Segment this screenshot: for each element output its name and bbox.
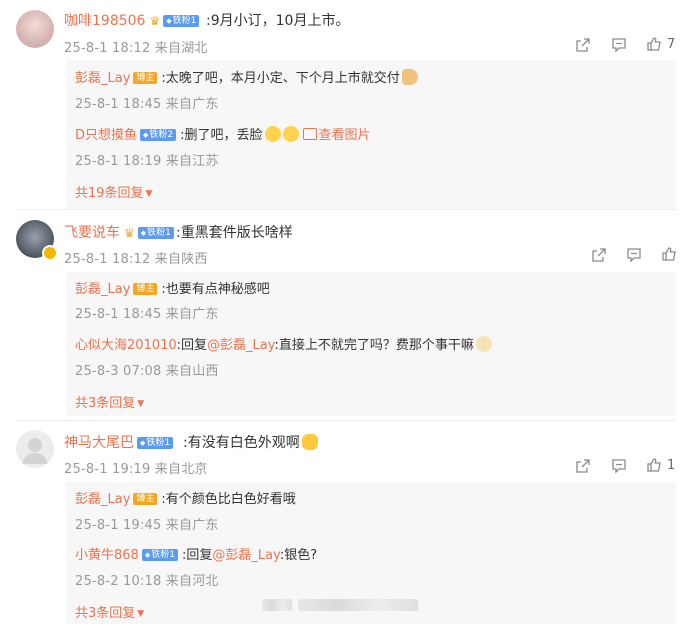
reply-user[interactable]: 彭磊_Lay xyxy=(75,492,130,507)
share-icon[interactable] xyxy=(575,37,591,53)
comment-icon[interactable] xyxy=(626,247,642,263)
reply-meta: 25-8-2 10:18 来自河北 xyxy=(75,574,219,589)
share-icon[interactable] xyxy=(575,458,591,474)
caret-down-icon: ▼ xyxy=(137,609,145,619)
reply-user[interactable]: 小黄牛868 xyxy=(75,548,139,563)
muscle-emoji-icon xyxy=(401,69,418,85)
reply-meta: 25-8-3 07:08 来自山西 xyxy=(75,364,219,379)
reply-item: D只想摸鱼铁粉2:删了吧，丢脸 查看图片 xyxy=(75,124,371,143)
view-image-link[interactable]: 查看图片 xyxy=(319,128,371,143)
comment-meta: 25-8-1 18:12 来自湖北 xyxy=(64,41,208,56)
fan-badge: 铁粉1 xyxy=(163,15,200,27)
comment-meta: 25-8-1 19:19 来自北京 xyxy=(64,462,208,477)
fan-badge: 铁粉1 xyxy=(141,549,178,561)
comment-user[interactable]: 咖啡198506♛铁粉1 xyxy=(64,10,200,30)
reply-item: 小黄牛868铁粉1:回复@彭磊_Lay:银色? xyxy=(75,544,317,563)
comment-text: :重黑套件版长啥样 xyxy=(176,225,293,241)
laugh-emoji-icon xyxy=(282,126,299,142)
reply-text: :删了吧，丢脸 xyxy=(180,128,263,143)
blogger-badge: 博主 xyxy=(133,283,158,295)
mention-link[interactable]: @彭磊_Lay xyxy=(212,548,279,563)
reply-meta: 25-8-1 18:45 来自广东 xyxy=(75,97,219,112)
comment-user[interactable]: 飞要说车♛铁粉1 xyxy=(64,222,174,242)
more-replies-link[interactable]: 共19条回复 ▼ xyxy=(75,182,152,201)
reply-meta: 25-8-1 18:19 来自江苏 xyxy=(75,154,219,169)
divider xyxy=(16,420,677,421)
reply-text: :银色? xyxy=(279,548,318,563)
blur-mask xyxy=(298,599,418,611)
image-icon xyxy=(302,128,317,140)
reply-item: 彭磊_Lay 博主:有个颜色比白色好看哦 xyxy=(75,488,296,507)
blogger-badge: 博主 xyxy=(133,72,158,84)
comment-icon[interactable] xyxy=(611,37,627,53)
reply-meta: 25-8-1 18:45 来自广东 xyxy=(75,307,219,322)
more-replies-link[interactable]: 共3条回复 ▼ xyxy=(75,392,144,411)
blur-mask xyxy=(262,599,292,611)
vip-crown-icon: ♛ xyxy=(124,226,135,240)
like-icon[interactable] xyxy=(646,457,662,473)
reply-user[interactable]: 心似大海201010 xyxy=(75,338,177,353)
comment-text: :有没有白色外观啊 xyxy=(183,432,318,452)
cat-emoji-icon xyxy=(475,336,492,352)
reply-user[interactable]: D只想摸鱼 xyxy=(75,128,137,143)
reply-user[interactable]: 彭磊_Lay xyxy=(75,282,130,297)
reply-item: 彭磊_Lay 博主:太晚了吧，本月小定、下个月上市就交付 xyxy=(75,67,418,86)
avatar[interactable] xyxy=(16,10,54,48)
reply-prefix: :回复 xyxy=(181,548,213,563)
reply-text: :太晚了吧，本月小定、下个月上市就交付 xyxy=(161,71,400,86)
comment-user[interactable]: 神马大尾巴铁粉1 xyxy=(64,432,174,452)
vip-crown-icon: ♛ xyxy=(149,14,161,28)
like-icon[interactable] xyxy=(646,36,662,52)
like-icon[interactable] xyxy=(661,246,677,262)
caret-down-icon: ▼ xyxy=(137,399,145,409)
more-replies-link[interactable]: 共3条回复 ▼ xyxy=(75,602,144,621)
reply-text: :也要有点神秘感吧 xyxy=(161,282,270,297)
comment-text: :9月小订，10月上市。 xyxy=(206,13,350,29)
share-icon[interactable] xyxy=(591,247,607,263)
reply-meta: 25-8-1 19:45 来自广东 xyxy=(75,518,219,533)
laugh-emoji-icon xyxy=(264,126,281,142)
reply-item: 彭磊_Lay 博主:也要有点神秘感吧 xyxy=(75,278,270,297)
reply-user[interactable]: 彭磊_Lay xyxy=(75,71,130,86)
fan-badge: 铁粉1 xyxy=(137,437,174,449)
fan-badge: 铁粉2 xyxy=(140,129,177,141)
mention-link[interactable]: @彭磊_Lay xyxy=(207,338,274,353)
blogger-badge: 博主 xyxy=(133,493,158,505)
comment-icon[interactable] xyxy=(611,458,627,474)
caret-down-icon: ▼ xyxy=(145,189,153,199)
like-count: 7 xyxy=(667,37,676,52)
comment-meta: 25-8-1 18:12 来自陕西 xyxy=(64,252,208,267)
reply-item: 心似大海201010:回复@彭磊_Lay:直接上不就完了吗？费那个事干嘛 xyxy=(75,334,492,353)
fan-badge: 铁粉1 xyxy=(137,227,174,239)
verified-icon xyxy=(42,245,58,261)
reply-text: :直接上不就完了吗？费那个事干嘛 xyxy=(274,338,474,353)
hand-emoji-icon xyxy=(301,434,318,450)
reply-prefix: :回复 xyxy=(176,338,208,353)
avatar[interactable] xyxy=(16,430,54,468)
divider xyxy=(16,209,677,210)
reply-text: :有个颜色比白色好看哦 xyxy=(161,492,296,507)
like-count: 1 xyxy=(667,458,676,473)
